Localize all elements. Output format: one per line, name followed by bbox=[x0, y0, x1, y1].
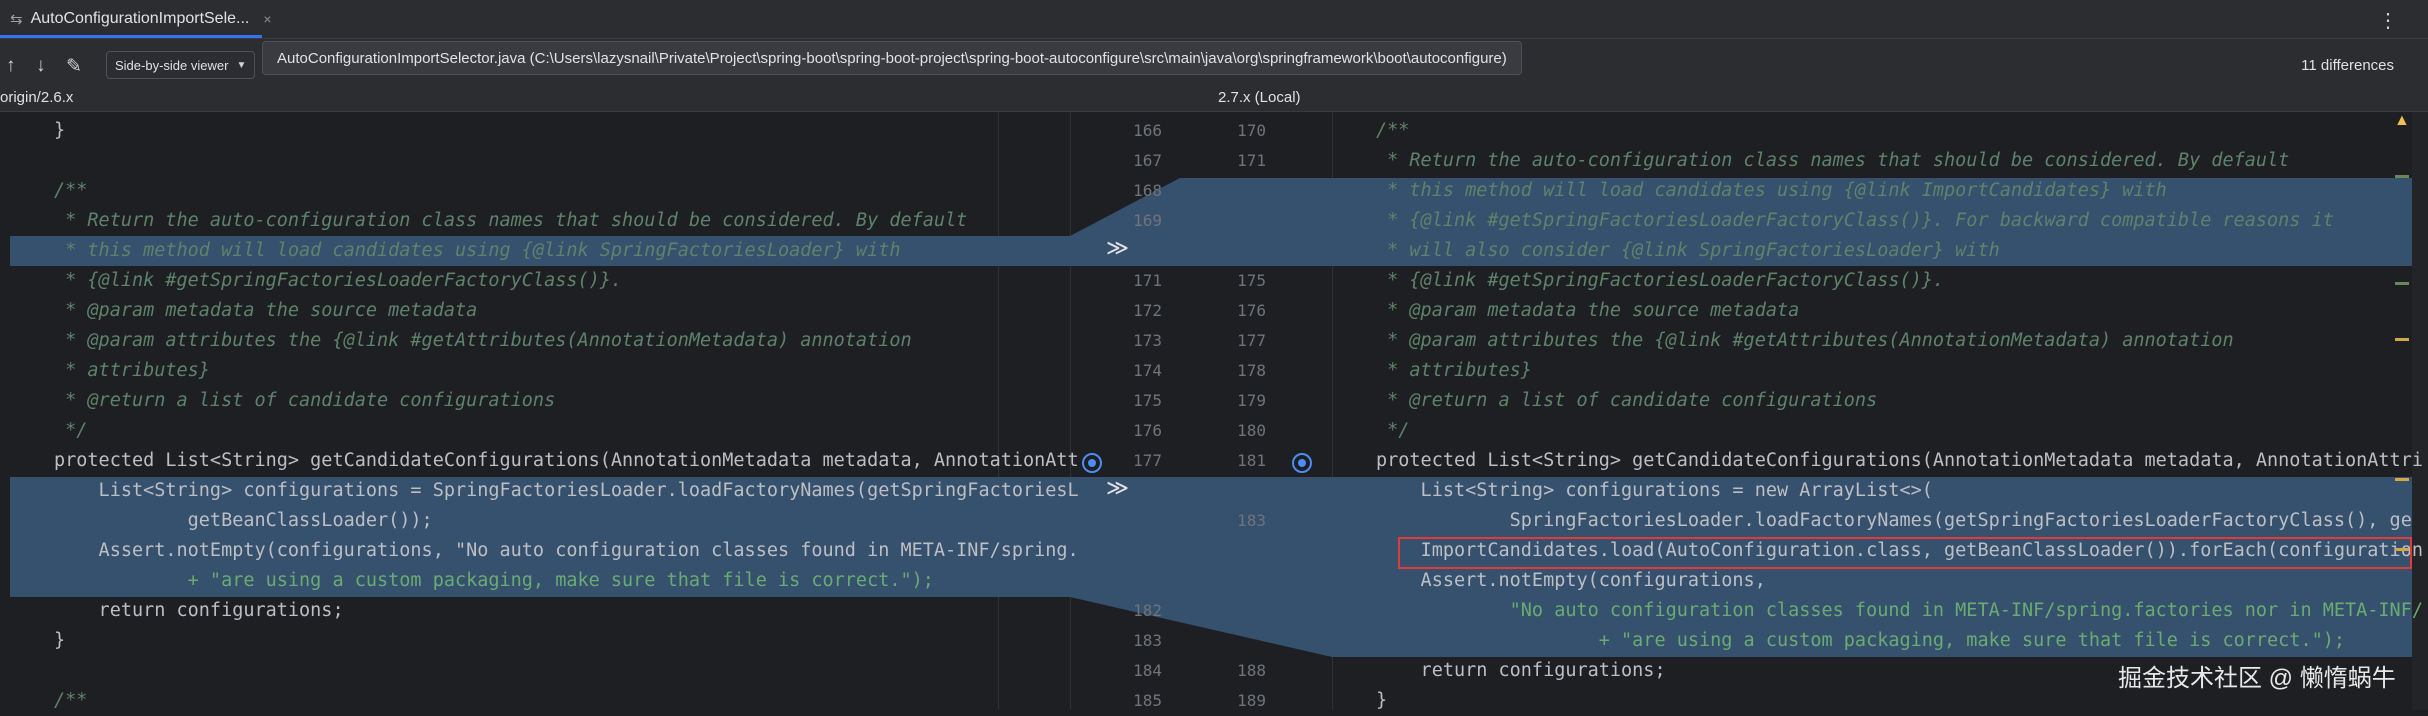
diff-arrows-icon: ⇆ bbox=[10, 11, 23, 28]
right-code-line: + "are using a custom packaging, make su… bbox=[1376, 630, 2346, 651]
apply-change-icon[interactable]: ≫ bbox=[1106, 475, 1129, 501]
right-code-line: /** bbox=[1376, 120, 1410, 141]
left-code-line: * Return the auto-configuration class na… bbox=[54, 210, 968, 231]
left-line-number: 177 bbox=[1133, 451, 1162, 470]
override-marker-icon[interactable] bbox=[1292, 453, 1312, 473]
right-code-line: * {@link #getSpringFactoriesLoaderFactor… bbox=[1376, 270, 1945, 291]
warning-icon: ▲ bbox=[2394, 112, 2410, 129]
left-code-line: * @return a list of candidate configurat… bbox=[54, 390, 556, 411]
left-line-number: 172 bbox=[1133, 301, 1162, 320]
tab-title: AutoConfigurationImportSele... bbox=[30, 10, 250, 27]
right-code-line: * attributes} bbox=[1376, 360, 1532, 381]
differences-count: 11 differences bbox=[2301, 57, 2394, 74]
right-line-number: 177 bbox=[1237, 331, 1266, 350]
right-code-line: protected List<String> getCandidateConfi… bbox=[1376, 450, 2423, 471]
left-code-line: * this method will load candidates using… bbox=[54, 240, 901, 261]
left-code-line: List<String> configurations = SpringFact… bbox=[54, 480, 1079, 501]
chevron-down-icon: ▼ bbox=[236, 59, 247, 71]
left-line-number: 171 bbox=[1133, 271, 1162, 290]
left-code-line: + "are using a custom packaging, make su… bbox=[54, 570, 934, 591]
diff-marker bbox=[2395, 478, 2409, 481]
apply-change-icon[interactable]: ≫ bbox=[1106, 235, 1129, 261]
edit-source-icon[interactable]: ✎ bbox=[66, 55, 82, 78]
right-line-number: 183 bbox=[1237, 511, 1266, 530]
editor-tab-bar: ⇆ AutoConfigurationImportSele... × ⋮ bbox=[0, 0, 2428, 39]
left-code-line: * attributes} bbox=[54, 360, 210, 381]
right-code-line: * @param metadata the source metadata bbox=[1376, 300, 1800, 321]
connector-block-2 bbox=[1070, 477, 1332, 657]
right-code-line: "No auto configuration classes found in … bbox=[1376, 600, 2423, 621]
left-line-number: 184 bbox=[1133, 661, 1162, 680]
left-code-line: Assert.notEmpty(configurations, "No auto… bbox=[54, 540, 1079, 561]
right-code-line: SpringFactoriesLoader.loadFactoryNames(g… bbox=[1376, 510, 2412, 531]
left-line-number: 166 bbox=[1133, 121, 1162, 140]
left-code-line: /** bbox=[54, 180, 88, 201]
right-code-line: List<String> configurations = new ArrayL… bbox=[1376, 480, 1933, 501]
left-code-line: * {@link #getSpringFactoriesLoaderFactor… bbox=[54, 270, 623, 291]
right-line-number: 178 bbox=[1237, 361, 1266, 380]
left-code-line: getBeanClassLoader()); bbox=[54, 510, 433, 531]
viewer-mode-label: Side-by-side viewer bbox=[115, 57, 229, 73]
right-code-line: * @param attributes the {@link #getAttri… bbox=[1376, 330, 2234, 351]
right-line-number: 188 bbox=[1237, 661, 1266, 680]
right-line-number: 180 bbox=[1237, 421, 1266, 440]
file-path-tooltip: AutoConfigurationImportSelector.java (C:… bbox=[262, 41, 1522, 75]
left-line-number: 169 bbox=[1133, 211, 1162, 230]
more-options-icon[interactable]: ⋮ bbox=[2378, 8, 2398, 33]
previous-difference-icon[interactable]: ↑ bbox=[6, 55, 16, 77]
right-code-line: } bbox=[1376, 690, 1388, 711]
right-code-line: * this method will load candidates using… bbox=[1376, 180, 2167, 201]
left-line-number: 176 bbox=[1133, 421, 1162, 440]
left-code-line: * @param metadata the source metadata bbox=[54, 300, 478, 321]
override-marker-icon[interactable] bbox=[1082, 453, 1102, 473]
left-code-line: } bbox=[54, 120, 66, 141]
right-revision-label: 2.7.x (Local) bbox=[1218, 89, 1301, 106]
left-line-number: 173 bbox=[1133, 331, 1162, 350]
right-line-number: 189 bbox=[1237, 691, 1266, 710]
viewer-mode-select[interactable]: Side-by-side viewer ▼ bbox=[106, 51, 256, 79]
diff-tab[interactable]: ⇆ AutoConfigurationImportSele... × bbox=[0, 0, 272, 38]
diff-header-bar: origin/2.6.x 2.7.x (Local) bbox=[0, 87, 2428, 112]
right-code-line: * @return a list of candidate configurat… bbox=[1376, 390, 1878, 411]
right-line-number: 170 bbox=[1237, 121, 1266, 140]
left-line-number: 168 bbox=[1133, 181, 1162, 200]
left-line-number: 185 bbox=[1133, 691, 1162, 710]
diff-marker bbox=[2395, 338, 2409, 341]
right-code-line: * will also consider {@link SpringFactor… bbox=[1376, 240, 2000, 261]
left-code-line: */ bbox=[54, 420, 88, 441]
right-code-line: * Return the auto-configuration class na… bbox=[1376, 150, 2290, 171]
right-line-number: 176 bbox=[1237, 301, 1266, 320]
close-icon[interactable]: × bbox=[263, 11, 271, 27]
watermark-text: 掘金技术社区 @ 懒惰蜗牛 bbox=[2118, 665, 2396, 692]
right-line-number: 181 bbox=[1237, 451, 1266, 470]
left-revision-label: origin/2.6.x bbox=[0, 89, 74, 106]
left-code-line: /** bbox=[54, 690, 88, 711]
right-line-number: 171 bbox=[1237, 151, 1266, 170]
diff-marker bbox=[2395, 175, 2409, 178]
left-line-number: 182 bbox=[1133, 601, 1162, 620]
right-code-line: return configurations; bbox=[1376, 660, 1666, 681]
left-line-number: 174 bbox=[1133, 361, 1162, 380]
diff-connector-svg bbox=[1070, 178, 1332, 657]
left-code-line: return configurations; bbox=[54, 600, 344, 621]
left-line-number: 175 bbox=[1133, 391, 1162, 410]
left-margin-guide bbox=[998, 112, 999, 710]
left-line-number: 167 bbox=[1133, 151, 1162, 170]
next-difference-icon[interactable]: ↓ bbox=[36, 55, 46, 77]
active-tab-indicator bbox=[0, 35, 262, 38]
left-code-line: } bbox=[54, 630, 66, 651]
left-line-number: 183 bbox=[1133, 631, 1162, 650]
left-code-line: * @param attributes the {@link #getAttri… bbox=[54, 330, 912, 351]
diff-marker bbox=[2395, 548, 2409, 551]
right-line-number: 175 bbox=[1237, 271, 1266, 290]
right-code-line: Assert.notEmpty(configurations, bbox=[1376, 570, 1766, 591]
diff-marker bbox=[2395, 282, 2409, 285]
left-code-line: protected List<String> getCandidateConfi… bbox=[54, 450, 1079, 471]
right-line-number: 179 bbox=[1237, 391, 1266, 410]
highlighted-new-line bbox=[1398, 537, 2412, 569]
right-code-line: * {@link #getSpringFactoriesLoaderFactor… bbox=[1376, 210, 2334, 231]
right-code-line: */ bbox=[1376, 420, 1410, 441]
